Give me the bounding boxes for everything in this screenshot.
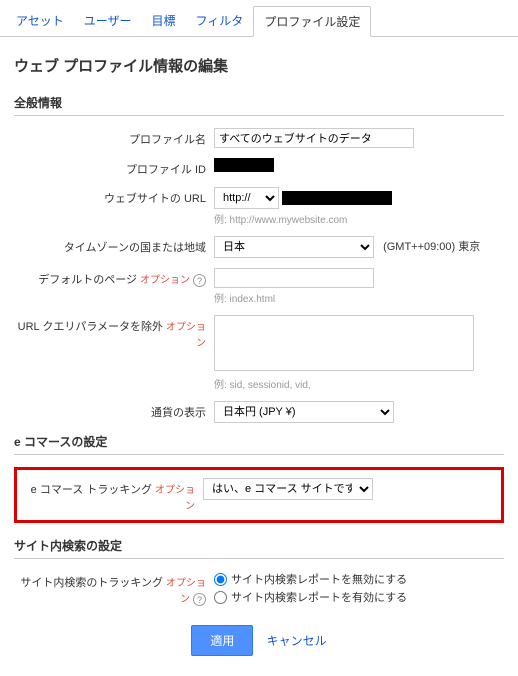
help-icon[interactable]: ? (193, 274, 206, 287)
tab-profile-settings[interactable]: プロファイル設定 (253, 6, 371, 37)
label-url-query-exclude: URL クエリパラメータを除外オプション (14, 315, 214, 349)
url-query-exclude-input[interactable] (214, 315, 474, 371)
timezone-select[interactable]: 日本 (214, 236, 374, 258)
section-general: 全般情報 (14, 94, 504, 116)
cancel-link[interactable]: キャンセル (267, 634, 327, 648)
hint-url-query: 例: sid, sessionid, vid, (214, 376, 504, 391)
website-url-redacted (282, 191, 392, 205)
profile-name-input[interactable] (214, 128, 414, 148)
label-sitesearch-tracking: サイト内検索のトラッキングオプション? (14, 571, 214, 606)
help-icon[interactable]: ? (193, 593, 206, 606)
timezone-offset: (GMT++09:00) 東京 (383, 241, 480, 253)
profile-id-redacted (214, 158, 274, 172)
label-default-page: デフォルトのページオプション? (14, 268, 214, 287)
currency-select[interactable]: 日本円 (JPY ¥) (214, 401, 394, 423)
sitesearch-enable-label: サイト内検索レポートを有効にする (231, 589, 407, 605)
ecommerce-tracking-select[interactable]: はい、e コマース サイトです (203, 478, 373, 500)
apply-button[interactable]: 適用 (191, 625, 253, 656)
default-page-input[interactable] (214, 268, 374, 288)
sitesearch-disable-radio[interactable] (214, 573, 227, 586)
label-currency: 通貨の表示 (14, 401, 214, 420)
tab-goal[interactable]: 目標 (142, 6, 186, 36)
label-timezone: タイムゾーンの国または地域 (14, 236, 214, 255)
label-profile-name: プロファイル名 (14, 128, 214, 147)
tab-asset[interactable]: アセット (6, 6, 74, 36)
sitesearch-enable-radio[interactable] (214, 591, 227, 604)
page-title: ウェブ プロファイル情報の編集 (14, 55, 504, 76)
ecommerce-highlight-box: e コマース トラッキングオプション はい、e コマース サイトです (14, 467, 504, 523)
tab-user[interactable]: ユーザー (74, 6, 142, 36)
hint-website-url: 例: http://www.mywebsite.com (214, 211, 504, 226)
sitesearch-disable-label: サイト内検索レポートを無効にする (231, 571, 407, 587)
label-website-url: ウェブサイトの URL (14, 187, 214, 206)
label-ecommerce-tracking: e コマース トラッキングオプション (23, 478, 203, 512)
tab-filter[interactable]: フィルタ (186, 6, 254, 36)
section-ecommerce: e コマースの設定 (14, 433, 504, 455)
section-sitesearch: サイト内検索の設定 (14, 537, 504, 559)
scheme-select[interactable]: http:// (214, 187, 279, 209)
tab-bar: アセット ユーザー 目標 フィルタ プロファイル設定 (0, 0, 518, 37)
hint-default-page: 例: index.html (214, 290, 504, 305)
label-profile-id: プロファイル ID (14, 158, 214, 177)
